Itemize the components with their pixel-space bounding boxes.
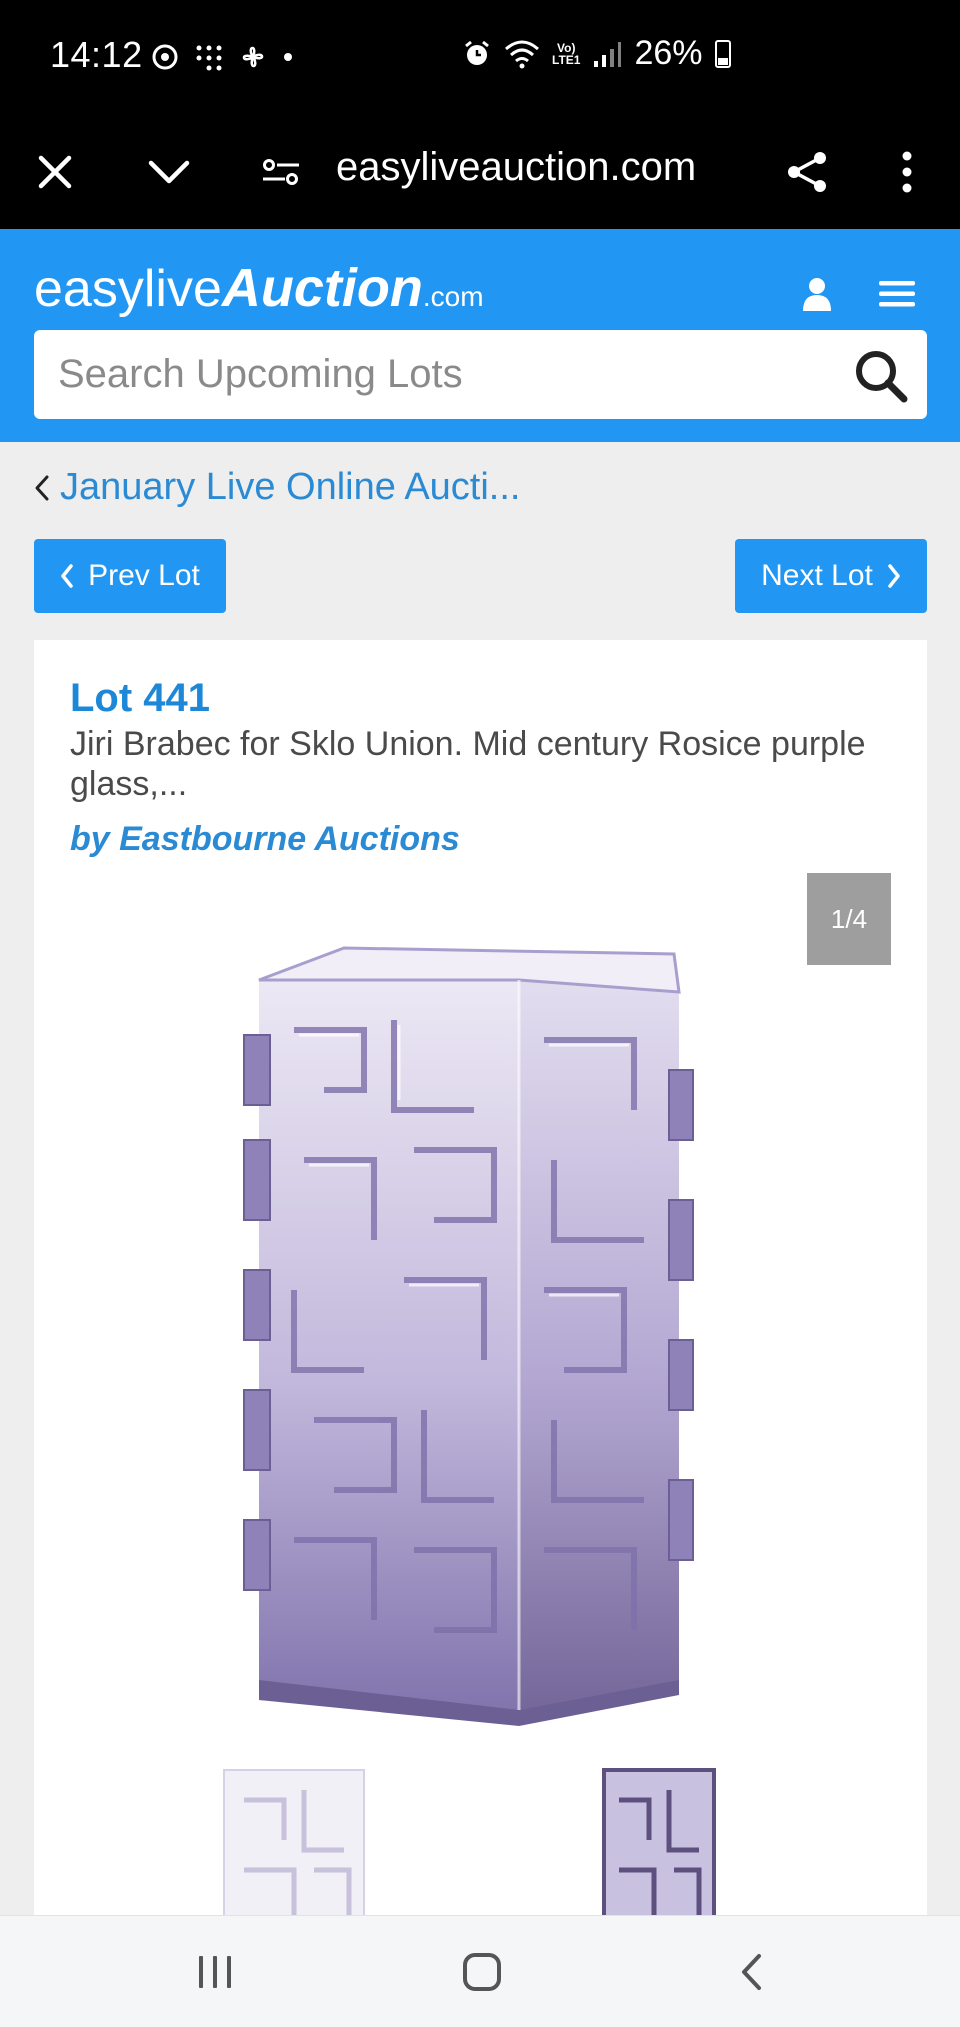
breadcrumb[interactable]: January Live Online Aucti...	[34, 466, 520, 509]
browser-toolbar: easyliveauction.com	[0, 115, 960, 229]
tune-icon[interactable]	[246, 137, 316, 207]
fan-icon	[242, 46, 264, 68]
user-icon[interactable]	[792, 269, 842, 319]
chevron-down-icon[interactable]	[134, 137, 204, 207]
chevron-left-icon	[35, 475, 49, 500]
breadcrumb-link[interactable]: January Live Online Aucti...	[60, 466, 520, 509]
next-lot-label: Next Lot	[761, 559, 873, 592]
alarm-icon	[465, 40, 489, 65]
auctioneer-link[interactable]: by Eastbourne Auctions	[70, 820, 460, 859]
prev-lot-button[interactable]: Prev Lot	[34, 539, 226, 613]
site-header: easyliveAuction.com	[0, 229, 960, 442]
vase-image[interactable]	[214, 940, 754, 1730]
battery-icon	[714, 39, 731, 68]
site-logo[interactable]: easyliveAuction.com	[34, 257, 484, 319]
notification-icons	[150, 42, 294, 72]
network-type: Vo) LTE1	[552, 40, 581, 67]
wifi-icon	[505, 40, 539, 68]
home-icon[interactable]	[447, 1944, 517, 2000]
prev-lot-label: Prev Lot	[88, 559, 200, 592]
more-vertical-icon[interactable]	[872, 137, 942, 207]
chevron-right-icon	[888, 564, 900, 588]
back-icon[interactable]	[716, 1944, 786, 2000]
recent-apps-icon[interactable]	[180, 1944, 250, 2000]
address-bar-url[interactable]: easyliveauction.com	[336, 145, 696, 190]
search-bar	[34, 330, 927, 419]
sync-icon	[152, 44, 178, 70]
signal-icon	[594, 41, 622, 67]
next-lot-button[interactable]: Next Lot	[735, 539, 927, 613]
dot-icon	[284, 53, 292, 61]
close-icon[interactable]	[20, 137, 90, 207]
lot-card: Lot 441 Jiri Brabec for Sklo Union. Mid …	[34, 640, 927, 2027]
image-counter: 1/4	[807, 873, 891, 965]
status-time: 14:12	[50, 34, 143, 75]
dots-grid-icon	[196, 45, 222, 71]
battery-percent: 26%	[634, 34, 703, 72]
lot-description: Jiri Brabec for Sklo Union. Mid century …	[70, 725, 866, 803]
search-input[interactable]	[58, 330, 838, 419]
status-bar: 14:12 Vo) LTE1 26%	[0, 0, 960, 115]
chevron-left-icon	[61, 564, 73, 588]
hamburger-icon[interactable]	[872, 269, 922, 319]
lot-number: Lot 441	[70, 676, 211, 720]
system-navigation-bar	[0, 1915, 960, 2027]
status-right: Vo) LTE1 26%	[462, 34, 731, 73]
share-icon[interactable]	[772, 137, 842, 207]
search-icon[interactable]	[853, 348, 909, 404]
